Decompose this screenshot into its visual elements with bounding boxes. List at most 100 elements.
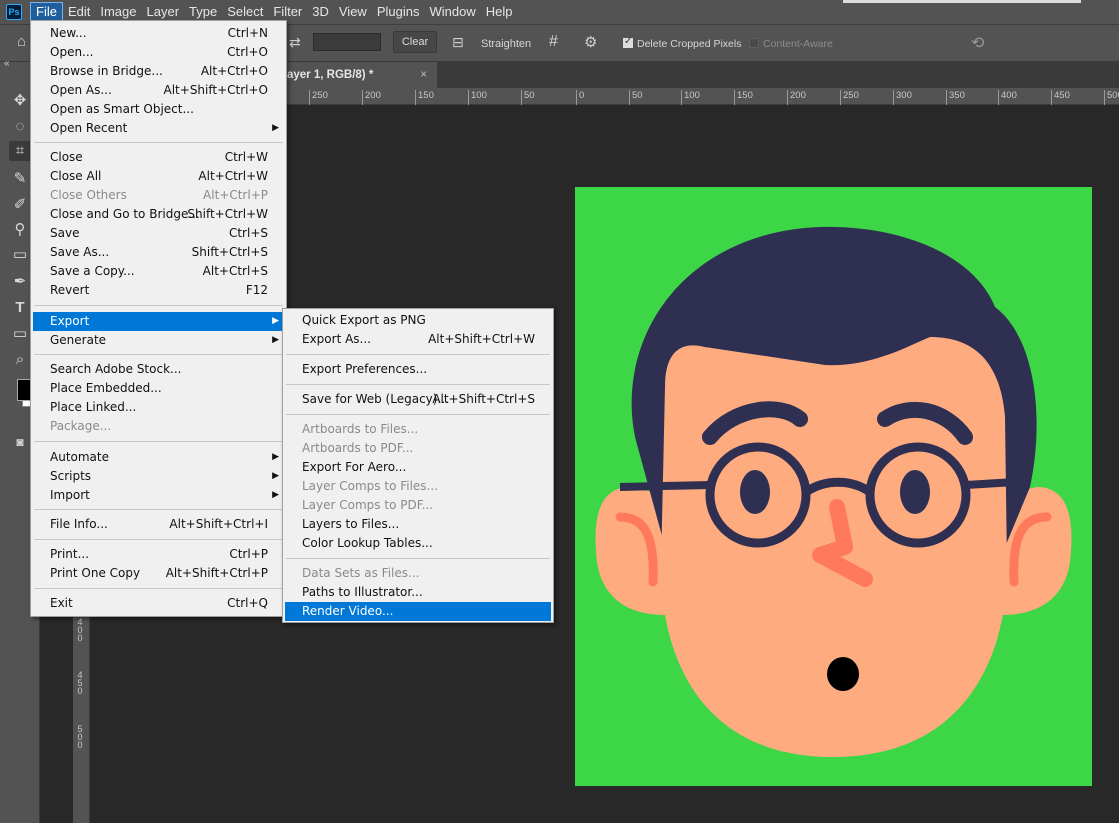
ruler-tick: 400 (998, 90, 1017, 105)
menu-edit[interactable]: Edit (63, 2, 95, 22)
menu-item-generate[interactable]: Generate ▶ (33, 331, 284, 350)
overlay-grid-icon[interactable]: # (549, 33, 558, 51)
menu-item-new[interactable]: New... Ctrl+N (33, 24, 284, 43)
menu-item-close-all[interactable]: Close All Alt+Ctrl+W (33, 167, 284, 186)
straighten-label[interactable]: Straighten (481, 38, 531, 50)
mouth (827, 657, 859, 691)
menu-item-export-preferences[interactable]: Export Preferences... (285, 360, 551, 379)
stamp-icon[interactable]: ⚲ (9, 220, 31, 240)
pen-icon[interactable]: ✒ (9, 272, 31, 292)
ruler-tick: 150 (415, 90, 434, 105)
menu-item-place-linked[interactable]: Place Linked... (33, 398, 284, 417)
rectangle-icon[interactable]: ▭ (9, 324, 31, 344)
lasso-icon[interactable]: ◌ (9, 117, 31, 137)
document-tab[interactable]: ayer 1, RGB/8) * × (287, 62, 437, 88)
menu-separator (286, 414, 550, 415)
ruler-vlabel: 4 5 0 (77, 670, 83, 696)
menu-file[interactable]: File (30, 2, 63, 22)
clear-button[interactable]: Clear (393, 31, 437, 53)
menu-item-export-as[interactable]: Export As... Alt+Shift+Ctrl+W (285, 330, 551, 349)
menu-separator (34, 305, 283, 306)
menu-separator (34, 354, 283, 355)
menu-item-open-recent[interactable]: Open Recent ▶ (33, 119, 284, 138)
menu-item-close[interactable]: Close Ctrl+W (33, 148, 284, 167)
menu-select[interactable]: Select (222, 2, 268, 22)
menu-item-save-as[interactable]: Save As... Shift+Ctrl+S (33, 243, 284, 262)
menu-item-save-a-copy[interactable]: Save a Copy... Alt+Ctrl+S (33, 262, 284, 281)
menu-item-artboards-to-files: Artboards to Files... (302, 422, 419, 436)
crop-icon[interactable]: ⌗ (9, 141, 31, 161)
menu-image[interactable]: Image (95, 2, 141, 22)
menu-item-layers-to-files[interactable]: Layers to Files... (285, 515, 551, 534)
tab-close-icon[interactable]: × (420, 62, 427, 88)
collapse-icon[interactable]: « (4, 58, 10, 69)
menu-plugins[interactable]: Plugins (372, 2, 425, 22)
home-icon[interactable]: ⌂ (17, 33, 26, 50)
menu-item-scripts[interactable]: Scripts ▶ (33, 467, 284, 486)
document-tab-label: ayer 1, RGB/8) * (287, 69, 374, 81)
menu-item-color-lookup-tables[interactable]: Color Lookup Tables... (285, 534, 551, 553)
menu-window[interactable]: Window (424, 2, 480, 22)
content-aware-checkbox[interactable] (749, 38, 759, 48)
menu-item-place-embedded[interactable]: Place Embedded... (33, 379, 284, 398)
menu-item-close-and-go-to-bridge[interactable]: Close and Go to Bridge... Shift+Ctrl+W (33, 205, 284, 224)
right-glasses-arm (965, 478, 1016, 489)
menu-item-export[interactable]: Export ▶ (33, 312, 284, 331)
menu-item-paths-to-illustrator[interactable]: Paths to Illustrator... (285, 583, 551, 602)
reset-icon[interactable]: ⟲ (971, 33, 984, 53)
ruler-tick: 100 (681, 90, 700, 105)
eyedropper-icon[interactable]: ✎ (9, 169, 31, 189)
menu-item-browse-in-bridge[interactable]: Browse in Bridge... Alt+Ctrl+O (33, 62, 284, 81)
straighten-icon[interactable]: ⊟ (452, 34, 464, 51)
menu-3d[interactable]: 3D (307, 2, 334, 22)
gradient-icon[interactable]: ▭ (9, 245, 31, 265)
ruler-tick: 350 (946, 90, 965, 105)
artwork-boy-face[interactable] (575, 187, 1092, 786)
photoshop-logo-icon: Ps (6, 4, 22, 20)
menu-item-open-as[interactable]: Open As... Alt+Shift+Ctrl+O (33, 81, 284, 100)
menu-item-quick-export-png[interactable]: Quick Export as PNG (285, 311, 551, 330)
menu-separator (286, 384, 550, 385)
menu-separator (34, 588, 283, 589)
menu-layer[interactable]: Layer (142, 2, 185, 22)
menu-separator (34, 509, 283, 510)
crop-ratio-input[interactable] (313, 33, 381, 51)
menu-separator (34, 142, 283, 143)
menu-item-open-as-smart-object[interactable]: Open as Smart Object... (33, 100, 284, 119)
menu-item-exit[interactable]: Exit Ctrl+Q (33, 594, 284, 613)
ruler-tick: 100 (468, 90, 487, 105)
brush-icon[interactable]: ✐ (9, 195, 31, 215)
menu-item-open[interactable]: Open... Ctrl+O (33, 43, 284, 62)
submenu-arrow-icon: ▶ (272, 123, 279, 133)
menu-item-search-adobe-stock[interactable]: Search Adobe Stock... (33, 360, 284, 379)
left-glasses-arm (619, 481, 711, 491)
ruler-vlabel: 4 0 0 (77, 617, 83, 643)
zoom-icon[interactable]: ⌕ (9, 350, 31, 370)
menu-item-print-one-copy[interactable]: Print One Copy Alt+Shift+Ctrl+P (33, 564, 284, 583)
menu-item-import[interactable]: Import ▶ (33, 486, 284, 505)
menu-item-save[interactable]: Save Ctrl+S (33, 224, 284, 243)
delete-cropped-label: Delete Cropped Pixels (637, 38, 742, 50)
menu-help[interactable]: Help (481, 2, 518, 22)
gear-icon[interactable]: ⚙ (584, 33, 597, 51)
menu-separator (34, 539, 283, 540)
menu-item-render-video[interactable]: Render Video... (285, 602, 551, 621)
menu-item-print[interactable]: Print... Ctrl+P (33, 545, 284, 564)
menu-view[interactable]: View (334, 2, 372, 22)
menu-item-file-info[interactable]: File Info... Alt+Shift+Ctrl+I (33, 515, 284, 534)
type-icon[interactable]: T (9, 298, 31, 318)
menu-item-automate[interactable]: Automate ▶ (33, 448, 284, 467)
menu-item-save-for-web[interactable]: Save for Web (Legacy)... Alt+Shift+Ctrl+S (285, 390, 551, 409)
move-icon[interactable]: ✥ (9, 91, 31, 111)
swap-icon[interactable]: ⇄ (289, 34, 301, 51)
menu-item-revert[interactable]: Revert F12 (33, 281, 284, 300)
submenu-arrow-icon: ▶ (272, 316, 279, 326)
menu-item-export-for-aero[interactable]: Export For Aero... (285, 458, 551, 477)
ruler-tick: 0 (576, 90, 584, 105)
quick-mask-icon[interactable]: ◙ (9, 432, 31, 452)
export-submenu: Quick Export as PNG Export As... Alt+Shif… (282, 308, 554, 623)
ruler-tick: 450 (1051, 90, 1070, 105)
menu-type[interactable]: Type (184, 2, 222, 22)
menu-filter[interactable]: Filter (268, 2, 307, 22)
delete-cropped-checkbox[interactable] (623, 36, 633, 48)
